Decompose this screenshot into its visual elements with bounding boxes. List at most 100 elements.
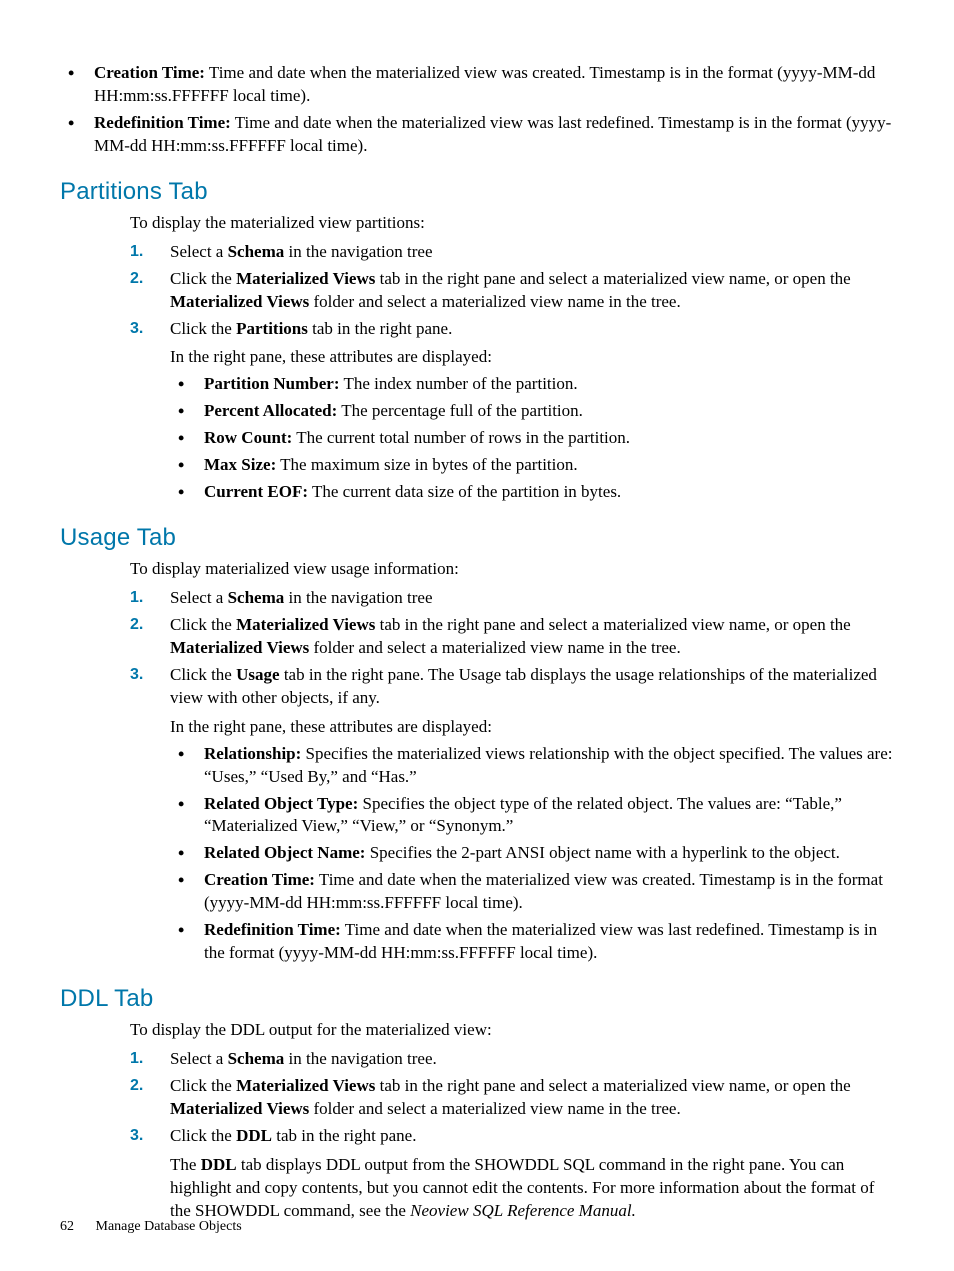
attribute-list: Partition Number: The index number of th…: [170, 373, 894, 504]
term-text: Time and date when the materialized view…: [94, 63, 875, 105]
intro-text: To display materialized view usage infor…: [130, 558, 894, 581]
term-label: Creation Time:: [94, 63, 205, 82]
step-text-post: in the navigation tree: [284, 588, 432, 607]
list-item: Relationship: Specifies the materialized…: [170, 743, 894, 789]
steps-list: 1. Select a Schema in the navigation tre…: [130, 1048, 894, 1223]
step-number: 3.: [130, 1125, 158, 1147]
term-label: Creation Time:: [204, 870, 315, 889]
para-bold: DDL: [201, 1155, 237, 1174]
step-text-post: folder and select a materialized view na…: [309, 1099, 680, 1118]
term-label: Redefinition Time:: [204, 920, 341, 939]
step-3: 3. Click the DDL tab in the right pane. …: [130, 1125, 894, 1223]
step-text-bold: Materialized Views: [170, 292, 309, 311]
step-text-bold: Partitions: [236, 319, 308, 338]
step-text-post: tab in the right pane.: [308, 319, 452, 338]
step-text-post: in the navigation tree.: [284, 1049, 436, 1068]
step-text-pre: Click the: [170, 269, 236, 288]
step-text-bold: Materialized Views: [236, 615, 375, 634]
list-item: Current EOF: The current data size of th…: [170, 481, 894, 504]
section-heading-usage: Usage Tab: [60, 524, 894, 552]
term-text: The percentage full of the partition.: [337, 401, 583, 420]
step-text-post: tab in the right pane.: [272, 1126, 416, 1145]
step-paragraph: The DDL tab displays DDL output from the…: [170, 1154, 894, 1223]
para-pre: The: [170, 1155, 201, 1174]
step-2: 2. Click the Materialized Views tab in t…: [130, 268, 894, 314]
section-heading-partitions: Partitions Tab: [60, 178, 894, 206]
step-subtext: In the right pane, these attributes are …: [170, 716, 894, 739]
section-body: To display the DDL output for the materi…: [130, 1019, 894, 1223]
term-label: Max Size:: [204, 455, 276, 474]
list-item: Creation Time: Time and date when the ma…: [170, 869, 894, 915]
list-item: Max Size: The maximum size in bytes of t…: [170, 454, 894, 477]
step-subtext: In the right pane, these attributes are …: [170, 346, 894, 369]
term-text: The current total number of rows in the …: [292, 428, 630, 447]
list-item: Related Object Type: Specifies the objec…: [170, 793, 894, 839]
term-text: The index number of the partition.: [340, 374, 578, 393]
attribute-list: Relationship: Specifies the materialized…: [170, 743, 894, 965]
intro-text: To display the DDL output for the materi…: [130, 1019, 894, 1042]
step-text-bold: DDL: [236, 1126, 272, 1145]
steps-list: 1. Select a Schema in the navigation tre…: [130, 587, 894, 965]
document-page: Creation Time: Time and date when the ma…: [0, 0, 954, 1271]
term-text: Specifies the materialized views relatio…: [204, 744, 892, 786]
term-label: Row Count:: [204, 428, 292, 447]
step-text-post: folder and select a materialized view na…: [309, 292, 680, 311]
step-3: 3. Click the Partitions tab in the right…: [130, 318, 894, 505]
step-number: 1.: [130, 587, 158, 609]
term-label: Partition Number:: [204, 374, 340, 393]
step-text-mid: tab in the right pane and select a mater…: [375, 1076, 850, 1095]
step-text-bold: Materialized Views: [170, 638, 309, 657]
step-text-pre: Select a: [170, 588, 228, 607]
step-text-pre: Click the: [170, 319, 236, 338]
step-1: 1. Select a Schema in the navigation tre…: [130, 241, 894, 264]
step-number: 3.: [130, 318, 158, 340]
step-number: 3.: [130, 664, 158, 686]
step-text-bold: Usage: [236, 665, 279, 684]
term-label: Related Object Type:: [204, 794, 358, 813]
term-label: Related Object Name:: [204, 843, 365, 862]
step-text-pre: Click the: [170, 615, 236, 634]
step-text-pre: Click the: [170, 1076, 236, 1095]
term-text: The maximum size in bytes of the partiti…: [276, 455, 577, 474]
step-text-mid: tab in the right pane and select a mater…: [375, 269, 850, 288]
term-text: Specifies the 2-part ANSI object name wi…: [365, 843, 839, 862]
step-text-bold: Schema: [228, 1049, 285, 1068]
list-item: Redefinition Time: Time and date when th…: [170, 919, 894, 965]
step-text-mid: tab in the right pane and select a mater…: [375, 615, 850, 634]
step-text-post: in the navigation tree: [284, 242, 432, 261]
step-1: 1. Select a Schema in the navigation tre…: [130, 1048, 894, 1071]
step-number: 2.: [130, 614, 158, 636]
step-text-pre: Select a: [170, 242, 228, 261]
steps-list: 1. Select a Schema in the navigation tre…: [130, 241, 894, 504]
term-text: The current data size of the partition i…: [308, 482, 621, 501]
page-number: 62: [60, 1219, 74, 1235]
step-3: 3. Click the Usage tab in the right pane…: [130, 664, 894, 965]
step-text-pre: Click the: [170, 665, 236, 684]
step-number: 2.: [130, 268, 158, 290]
step-text-post: folder and select a materialized view na…: [309, 638, 680, 657]
list-item: Partition Number: The index number of th…: [170, 373, 894, 396]
term-label: Percent Allocated:: [204, 401, 337, 420]
step-1: 1. Select a Schema in the navigation tre…: [130, 587, 894, 610]
step-text-bold: Materialized Views: [236, 1076, 375, 1095]
footer-title: Manage Database Objects: [96, 1219, 242, 1234]
para-italic: Neoview SQL Reference Manual.: [410, 1201, 636, 1220]
page-footer: 62 Manage Database Objects: [60, 1219, 242, 1235]
step-text-pre: Click the: [170, 1126, 236, 1145]
step-text-bold: Materialized Views: [170, 1099, 309, 1118]
step-number: 2.: [130, 1075, 158, 1097]
list-item: Percent Allocated: The percentage full o…: [170, 400, 894, 423]
term-label: Relationship:: [204, 744, 301, 763]
intro-text: To display the materialized view partiti…: [130, 212, 894, 235]
term-label: Redefinition Time:: [94, 113, 231, 132]
list-item: Redefinition Time: Time and date when th…: [60, 112, 894, 158]
list-item: Row Count: The current total number of r…: [170, 427, 894, 450]
list-item: Creation Time: Time and date when the ma…: [60, 62, 894, 108]
list-item: Related Object Name: Specifies the 2-par…: [170, 842, 894, 865]
step-number: 1.: [130, 1048, 158, 1070]
section-body: To display the materialized view partiti…: [130, 212, 894, 504]
step-text-pre: Select a: [170, 1049, 228, 1068]
step-2: 2. Click the Materialized Views tab in t…: [130, 614, 894, 660]
step-2: 2. Click the Materialized Views tab in t…: [130, 1075, 894, 1121]
step-number: 1.: [130, 241, 158, 263]
